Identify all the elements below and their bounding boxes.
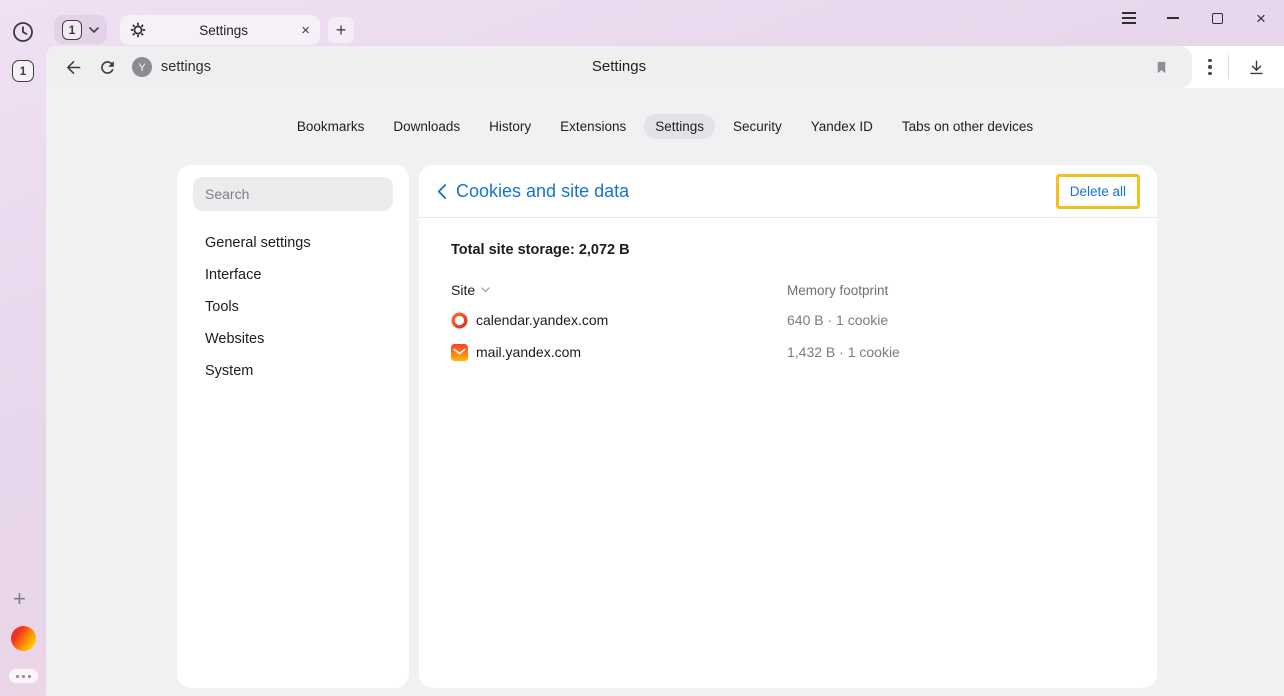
nav-tab-other-devices[interactable]: Tabs on other devices xyxy=(891,114,1044,139)
settings-page: Bookmarks Downloads History Extensions S… xyxy=(46,88,1284,696)
browser-window: Y settings Settings Bookmarks Downlo xyxy=(46,46,1284,696)
cookies-header: Cookies and site data Delete all xyxy=(419,165,1157,218)
nav-tab-downloads[interactable]: Downloads xyxy=(382,114,471,139)
yandex-services-icon[interactable] xyxy=(11,626,36,651)
back-button[interactable] xyxy=(56,50,90,84)
total-storage-text: Total site storage: 2,072 B xyxy=(451,242,1157,258)
window-chrome: 1 Settings × + × xyxy=(0,0,1284,46)
nav-tab-bookmarks[interactable]: Bookmarks xyxy=(286,114,376,139)
svg-text:Y: Y xyxy=(138,62,146,74)
maximize-icon xyxy=(1212,13,1223,24)
nav-tab-yandex-id[interactable]: Yandex ID xyxy=(800,114,884,139)
tab-title: Settings xyxy=(146,23,301,38)
site-row-mail[interactable]: mail.yandex.com 1,432 B · 1 cookie xyxy=(451,336,1157,368)
hamburger-icon xyxy=(1122,12,1136,23)
cookies-title: Cookies and site data xyxy=(456,181,629,202)
settings-sidebar-card: General settings Interface Tools Website… xyxy=(177,165,409,688)
sidebar-item-system[interactable]: System xyxy=(177,355,409,387)
tab-counter-dropdown[interactable]: 1 xyxy=(54,15,107,44)
settings-search-input[interactable] xyxy=(193,177,393,211)
sidebar-item-interface[interactable]: Interface xyxy=(177,259,409,291)
refresh-button[interactable] xyxy=(90,50,124,84)
settings-menu: General settings Interface Tools Website… xyxy=(177,227,409,387)
sidebar-item-tools[interactable]: Tools xyxy=(177,291,409,323)
sidebar-add-icon[interactable]: + xyxy=(13,586,26,612)
minimize-icon xyxy=(1167,17,1179,19)
minimize-button[interactable] xyxy=(1163,8,1183,28)
nav-tab-extensions[interactable]: Extensions xyxy=(549,114,637,139)
site-column-header[interactable]: Site xyxy=(451,282,787,298)
new-tab-button[interactable]: + xyxy=(328,17,354,43)
downloads-button[interactable] xyxy=(1240,50,1274,84)
tab-count-badge: 1 xyxy=(62,20,82,40)
more-options-icon[interactable] xyxy=(1202,53,1217,81)
sites-table-header: Site Memory footprint xyxy=(451,282,1157,298)
history-clock-icon[interactable] xyxy=(11,20,35,44)
site-memory: 1,432 B · 1 cookie xyxy=(787,344,900,360)
address-field[interactable]: Y settings xyxy=(132,57,211,77)
sidebar-more-icon[interactable] xyxy=(9,669,38,683)
nav-tab-settings[interactable]: Settings xyxy=(644,114,715,139)
page-title-center: Settings xyxy=(46,46,1192,88)
sidebar-tab-count-badge[interactable]: 1 xyxy=(12,60,34,82)
nav-tab-history[interactable]: History xyxy=(478,114,542,139)
mail-favicon-icon xyxy=(451,344,468,361)
site-favicon: Y xyxy=(132,57,152,77)
site-row-calendar[interactable]: calendar.yandex.com 640 B · 1 cookie xyxy=(451,304,1157,336)
browser-menu-button[interactable] xyxy=(1119,8,1139,28)
bookmark-button[interactable] xyxy=(1144,50,1178,84)
nav-tab-security[interactable]: Security xyxy=(722,114,793,139)
memory-column-header: Memory footprint xyxy=(787,283,888,298)
delete-all-button[interactable]: Delete all xyxy=(1056,174,1140,209)
close-window-button[interactable]: × xyxy=(1251,8,1271,28)
toolbar: Y settings Settings xyxy=(46,46,1284,88)
settings-nav: Bookmarks Downloads History Extensions S… xyxy=(46,88,1284,139)
browser-side-strip: 1 + xyxy=(0,0,46,696)
maximize-button[interactable] xyxy=(1207,8,1227,28)
site-name: calendar.yandex.com xyxy=(476,312,608,328)
chevron-down-icon xyxy=(89,27,99,33)
gear-icon xyxy=(130,22,146,38)
tab-settings[interactable]: Settings × xyxy=(120,15,320,45)
calendar-favicon-icon xyxy=(451,312,468,329)
address-bar[interactable]: Y settings Settings xyxy=(46,46,1192,88)
site-name: mail.yandex.com xyxy=(476,344,581,360)
address-text: settings xyxy=(161,59,211,75)
site-memory: 640 B · 1 cookie xyxy=(787,312,888,328)
cookies-panel: Cookies and site data Delete all Total s… xyxy=(419,165,1157,688)
tab-close-icon[interactable]: × xyxy=(301,23,310,38)
sidebar-item-websites[interactable]: Websites xyxy=(177,323,409,355)
toolbar-extras xyxy=(1192,46,1284,88)
sidebar-item-general-settings[interactable]: General settings xyxy=(177,227,409,259)
chevron-left-icon xyxy=(436,183,447,200)
sort-chevron-icon xyxy=(481,287,490,293)
toolbar-divider xyxy=(1228,55,1229,79)
back-to-websites-link[interactable]: Cookies and site data xyxy=(436,181,629,202)
close-icon: × xyxy=(1256,10,1266,27)
window-controls: × xyxy=(1119,7,1271,29)
